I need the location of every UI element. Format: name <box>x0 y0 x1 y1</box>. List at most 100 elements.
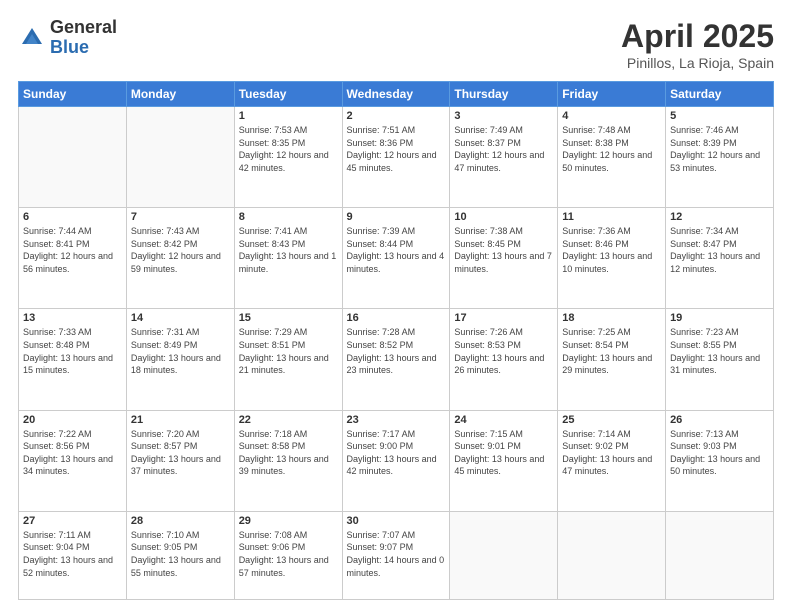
calendar-cell: 14 Sunrise: 7:31 AMSunset: 8:49 PMDayligh… <box>126 309 234 410</box>
calendar-cell: 16 Sunrise: 7:28 AMSunset: 8:52 PMDayligh… <box>342 309 450 410</box>
calendar-title: April 2025 <box>621 18 774 55</box>
header-sunday: Sunday <box>19 82 127 107</box>
calendar-cell <box>126 107 234 208</box>
calendar-cell: 11Sunrise: 7:36 AMSunset: 8:46 PMDayligh… <box>558 208 666 309</box>
calendar-cell: 3Sunrise: 7:49 AMSunset: 8:37 PMDaylight… <box>450 107 558 208</box>
header-friday: Friday <box>558 82 666 107</box>
calendar-cell: 28 Sunrise: 7:10 AMSunset: 9:05 PMDayligh… <box>126 511 234 599</box>
day-number: 16 <box>347 312 446 324</box>
calendar-cell: 9 Sunrise: 7:39 AMSunset: 8:44 PMDaylight… <box>342 208 450 309</box>
day-info: Sunrise: 7:14 AMSunset: 9:02 PMDaylight:… <box>562 428 661 478</box>
calendar-cell: 13 Sunrise: 7:33 AMSunset: 8:48 PMDayligh… <box>19 309 127 410</box>
calendar-cell: 15 Sunrise: 7:29 AMSunset: 8:51 PMDayligh… <box>234 309 342 410</box>
day-number: 8 <box>239 211 338 223</box>
header-thursday: Thursday <box>450 82 558 107</box>
day-info: Sunrise: 7:33 AMSunset: 8:48 PMDaylight:… <box>23 326 122 376</box>
title-block: April 2025 Pinillos, La Rioja, Spain <box>621 18 774 71</box>
day-info: Sunrise: 7:39 AMSunset: 8:44 PMDaylight:… <box>347 225 446 275</box>
day-number: 6 <box>23 211 122 223</box>
day-info: Sunrise: 7:44 AMSunset: 8:41 PMDaylight:… <box>23 225 122 275</box>
day-number: 14 <box>131 312 230 324</box>
calendar-cell: 10Sunrise: 7:38 AMSunset: 8:45 PMDayligh… <box>450 208 558 309</box>
calendar-cell: 7Sunrise: 7:43 AMSunset: 8:42 PMDaylight… <box>126 208 234 309</box>
header: General Blue April 2025 Pinillos, La Rio… <box>18 18 774 71</box>
day-number: 19 <box>670 312 769 324</box>
day-number: 20 <box>23 414 122 426</box>
day-info: Sunrise: 7:31 AMSunset: 8:49 PMDaylight:… <box>131 326 230 376</box>
day-info: Sunrise: 7:46 AMSunset: 8:39 PMDaylight:… <box>670 124 769 174</box>
day-info: Sunrise: 7:20 AMSunset: 8:57 PMDaylight:… <box>131 428 230 478</box>
day-number: 24 <box>454 414 553 426</box>
day-info: Sunrise: 7:49 AMSunset: 8:37 PMDaylight:… <box>454 124 553 174</box>
day-number: 27 <box>23 515 122 527</box>
calendar-cell: 5 Sunrise: 7:46 AMSunset: 8:39 PMDaylight… <box>666 107 774 208</box>
day-info: Sunrise: 7:15 AMSunset: 9:01 PMDaylight:… <box>454 428 553 478</box>
day-number: 4 <box>562 110 661 122</box>
calendar-cell: 1 Sunrise: 7:53 AMSunset: 8:35 PMDaylight… <box>234 107 342 208</box>
calendar-cell: 12 Sunrise: 7:34 AMSunset: 8:47 PMDayligh… <box>666 208 774 309</box>
day-number: 13 <box>23 312 122 324</box>
day-number: 7 <box>131 211 230 223</box>
day-number: 28 <box>131 515 230 527</box>
day-info: Sunrise: 7:11 AMSunset: 9:04 PMDaylight:… <box>23 529 122 579</box>
calendar-cell: 23Sunrise: 7:17 AMSunset: 9:00 PMDayligh… <box>342 410 450 511</box>
day-number: 15 <box>239 312 338 324</box>
calendar-cell: 2Sunrise: 7:51 AMSunset: 8:36 PMDaylight… <box>342 107 450 208</box>
page: General Blue April 2025 Pinillos, La Rio… <box>0 0 792 612</box>
day-number: 1 <box>239 110 338 122</box>
day-number: 5 <box>670 110 769 122</box>
day-number: 12 <box>670 211 769 223</box>
day-number: 2 <box>347 110 446 122</box>
header-saturday: Saturday <box>666 82 774 107</box>
calendar-cell: 17 Sunrise: 7:26 AMSunset: 8:53 PMDayligh… <box>450 309 558 410</box>
day-info: Sunrise: 7:34 AMSunset: 8:47 PMDaylight:… <box>670 225 769 275</box>
calendar-cell: 19 Sunrise: 7:23 AMSunset: 8:55 PMDayligh… <box>666 309 774 410</box>
header-monday: Monday <box>126 82 234 107</box>
calendar-cell <box>666 511 774 599</box>
day-number: 29 <box>239 515 338 527</box>
day-info: Sunrise: 7:13 AMSunset: 9:03 PMDaylight:… <box>670 428 769 478</box>
logo-icon <box>18 24 46 52</box>
day-info: Sunrise: 7:07 AMSunset: 9:07 PMDaylight:… <box>347 529 446 579</box>
calendar-cell: 22Sunrise: 7:18 AMSunset: 8:58 PMDayligh… <box>234 410 342 511</box>
calendar-cell: 26 Sunrise: 7:13 AMSunset: 9:03 PMDayligh… <box>666 410 774 511</box>
day-number: 10 <box>454 211 553 223</box>
calendar-cell: 6 Sunrise: 7:44 AMSunset: 8:41 PMDaylight… <box>19 208 127 309</box>
day-info: Sunrise: 7:36 AMSunset: 8:46 PMDaylight:… <box>562 225 661 275</box>
day-number: 17 <box>454 312 553 324</box>
calendar-cell: 30 Sunrise: 7:07 AMSunset: 9:07 PMDayligh… <box>342 511 450 599</box>
calendar-cell: 29 Sunrise: 7:08 AMSunset: 9:06 PMDayligh… <box>234 511 342 599</box>
calendar-header-row: Sunday Monday Tuesday Wednesday Thursday… <box>19 82 774 107</box>
day-number: 25 <box>562 414 661 426</box>
day-info: Sunrise: 7:53 AMSunset: 8:35 PMDaylight:… <box>239 124 338 174</box>
day-info: Sunrise: 7:41 AMSunset: 8:43 PMDaylight:… <box>239 225 338 275</box>
calendar-table: Sunday Monday Tuesday Wednesday Thursday… <box>18 81 774 600</box>
day-number: 30 <box>347 515 446 527</box>
calendar-cell: 20 Sunrise: 7:22 AMSunset: 8:56 PMDayligh… <box>19 410 127 511</box>
day-info: Sunrise: 7:29 AMSunset: 8:51 PMDaylight:… <box>239 326 338 376</box>
day-info: Sunrise: 7:26 AMSunset: 8:53 PMDaylight:… <box>454 326 553 376</box>
day-info: Sunrise: 7:23 AMSunset: 8:55 PMDaylight:… <box>670 326 769 376</box>
logo-blue-text: Blue <box>50 38 117 58</box>
calendar-cell: 27 Sunrise: 7:11 AMSunset: 9:04 PMDayligh… <box>19 511 127 599</box>
day-number: 22 <box>239 414 338 426</box>
day-number: 9 <box>347 211 446 223</box>
calendar-cell: 21Sunrise: 7:20 AMSunset: 8:57 PMDayligh… <box>126 410 234 511</box>
day-number: 23 <box>347 414 446 426</box>
calendar-cell: 8 Sunrise: 7:41 AMSunset: 8:43 PMDaylight… <box>234 208 342 309</box>
header-wednesday: Wednesday <box>342 82 450 107</box>
calendar-cell: 18Sunrise: 7:25 AMSunset: 8:54 PMDayligh… <box>558 309 666 410</box>
logo-general: General <box>50 18 117 38</box>
day-info: Sunrise: 7:28 AMSunset: 8:52 PMDaylight:… <box>347 326 446 376</box>
calendar-cell: 25 Sunrise: 7:14 AMSunset: 9:02 PMDayligh… <box>558 410 666 511</box>
day-number: 26 <box>670 414 769 426</box>
calendar-cell <box>558 511 666 599</box>
logo-text: General Blue <box>50 18 117 58</box>
day-number: 18 <box>562 312 661 324</box>
day-info: Sunrise: 7:48 AMSunset: 8:38 PMDaylight:… <box>562 124 661 174</box>
day-info: Sunrise: 7:08 AMSunset: 9:06 PMDaylight:… <box>239 529 338 579</box>
calendar-cell <box>19 107 127 208</box>
logo: General Blue <box>18 18 117 58</box>
day-info: Sunrise: 7:10 AMSunset: 9:05 PMDaylight:… <box>131 529 230 579</box>
day-info: Sunrise: 7:22 AMSunset: 8:56 PMDaylight:… <box>23 428 122 478</box>
